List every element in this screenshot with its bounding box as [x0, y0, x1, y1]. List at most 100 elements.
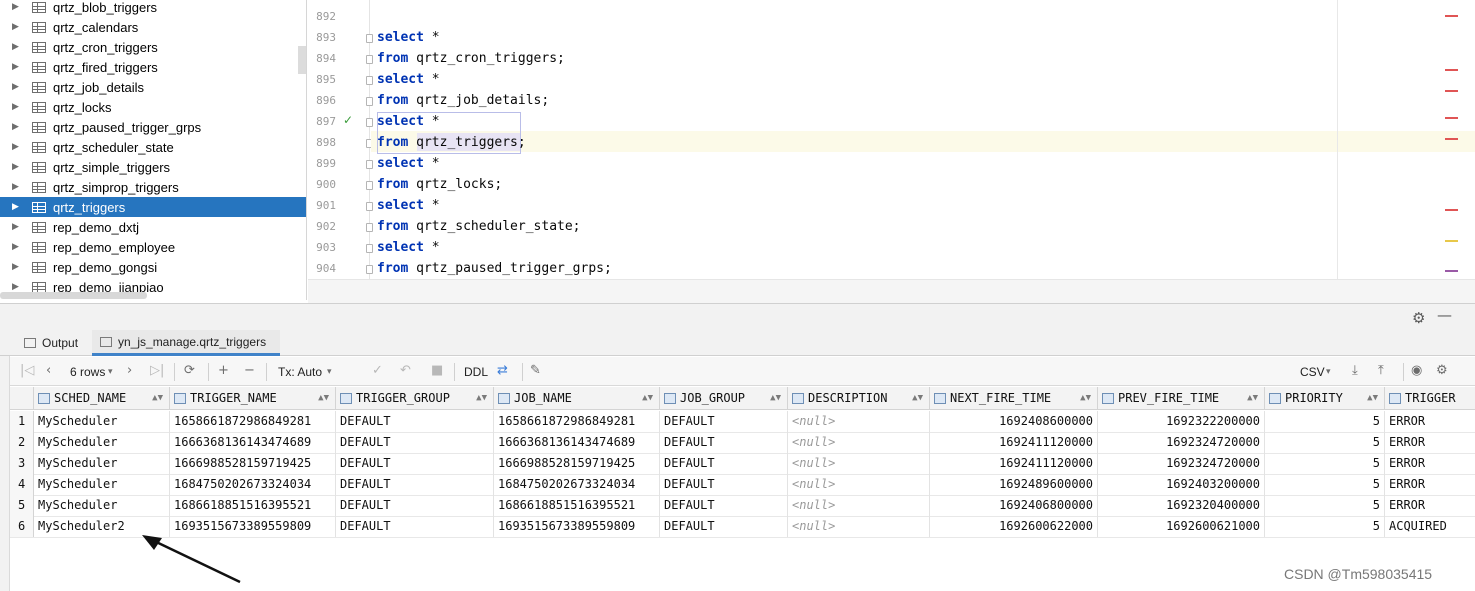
table-cell[interactable]: 5 — [1265, 516, 1385, 537]
tab-result-table[interactable]: yn_js_manage.qrtz_triggers — [92, 330, 281, 356]
table-cell[interactable]: DEFAULT — [336, 474, 494, 495]
table-cell[interactable]: 5 — [1265, 474, 1385, 495]
expand-arrow-icon[interactable]: ▶ — [12, 162, 24, 172]
fold-marker-icon[interactable] — [366, 34, 373, 43]
settings-icon[interactable]: ⚙ — [1436, 363, 1448, 378]
info-marker[interactable] — [1445, 270, 1458, 272]
column-header[interactable]: NEXT_FIRE_TIME ▲▼ — [930, 387, 1098, 410]
pin-icon[interactable]: ✎ — [530, 363, 541, 378]
table-cell[interactable]: 1692411120000 — [930, 453, 1098, 474]
fold-marker-icon[interactable] — [366, 76, 373, 85]
expand-arrow-icon[interactable]: ▶ — [12, 182, 24, 192]
table-cell[interactable]: DEFAULT — [660, 516, 788, 537]
column-header[interactable]: SCHED_NAME ▲▼ — [34, 387, 170, 410]
tree-scrollbar-thumb[interactable] — [298, 46, 306, 74]
table-cell[interactable]: 1692408600000 — [930, 411, 1098, 432]
error-marker[interactable] — [1445, 138, 1458, 140]
refresh-icon[interactable]: ⟳ — [184, 363, 195, 378]
error-marker[interactable] — [1445, 69, 1458, 71]
tree-item[interactable]: ▶ qrtz_calendars — [0, 17, 306, 37]
table-cell[interactable]: <null> — [788, 516, 930, 537]
column-header[interactable]: TRIGGER — [1385, 387, 1475, 410]
table-cell[interactable]: <null> — [788, 474, 930, 495]
expand-arrow-icon[interactable]: ▶ — [12, 222, 24, 232]
row-number[interactable]: 2 — [10, 432, 34, 453]
table-cell[interactable]: DEFAULT — [336, 432, 494, 453]
table-cell[interactable]: 1666368136143474689 — [170, 432, 336, 453]
upload-icon[interactable]: ⤒ — [1378, 363, 1384, 378]
table-cell[interactable]: ACQUIRED — [1385, 516, 1475, 537]
fold-marker-icon[interactable] — [366, 118, 373, 127]
tree-item[interactable]: ▶ qrtz_locks — [0, 97, 306, 117]
table-cell[interactable]: 1686618851516395521 — [170, 495, 336, 516]
warning-marker[interactable] — [1445, 240, 1458, 242]
sort-icon[interactable]: ▲▼ — [318, 387, 329, 410]
table-cell[interactable]: MyScheduler — [34, 474, 170, 495]
fold-marker-icon[interactable] — [366, 265, 373, 274]
table-cell[interactable]: DEFAULT — [660, 495, 788, 516]
table-cell[interactable]: ERROR — [1385, 453, 1475, 474]
tree-item[interactable]: ▶ rep_demo_employee — [0, 237, 306, 257]
table-cell[interactable]: 1692600621000 — [1098, 516, 1265, 537]
stop-icon[interactable]: ■ — [431, 363, 443, 378]
table-cell[interactable]: 1666988528159719425 — [170, 453, 336, 474]
table-cell[interactable]: 1658661872986849281 — [494, 411, 660, 432]
table-cell[interactable]: 1684750202673324034 — [494, 474, 660, 495]
table-cell[interactable]: ERROR — [1385, 411, 1475, 432]
table-cell[interactable]: DEFAULT — [336, 516, 494, 537]
chevron-down-icon[interactable]: ▾ — [108, 367, 113, 377]
last-page-icon[interactable]: ▷| — [150, 363, 164, 378]
column-header[interactable]: JOB_NAME ▲▼ — [494, 387, 660, 410]
fold-marker-icon[interactable] — [366, 160, 373, 169]
expand-arrow-icon[interactable]: ▶ — [12, 282, 24, 292]
column-header[interactable]: TRIGGER_NAME ▲▼ — [170, 387, 336, 410]
table-cell[interactable]: 1692324720000 — [1098, 453, 1265, 474]
table-cell[interactable]: 5 — [1265, 411, 1385, 432]
commit-icon[interactable]: ✓ — [372, 363, 383, 378]
expand-arrow-icon[interactable]: ▶ — [12, 62, 24, 72]
tree-item[interactable]: ▶ qrtz_simple_triggers — [0, 157, 306, 177]
expand-arrow-icon[interactable]: ▶ — [12, 2, 24, 12]
sql-editor[interactable]: 892 893 894 895 896 897 ✓ 898 899 900 901 902 903 904… — [308, 0, 1475, 279]
rows-count-select[interactable]: 6 rows — [70, 365, 105, 379]
table-cell[interactable]: MyScheduler — [34, 453, 170, 474]
column-header[interactable]: JOB_GROUP ▲▼ — [660, 387, 788, 410]
row-number[interactable]: 6 — [10, 516, 34, 537]
table-cell[interactable]: 1666988528159719425 — [494, 453, 660, 474]
chevron-down-icon[interactable]: ▾ — [327, 367, 332, 377]
download-icon[interactable]: ⤓ — [1352, 363, 1358, 378]
sort-icon[interactable]: ▲▼ — [1247, 387, 1258, 410]
table-cell[interactable]: DEFAULT — [336, 495, 494, 516]
table-cell[interactable]: 1692320400000 — [1098, 495, 1265, 516]
table-cell[interactable]: 1693515673389559809 — [494, 516, 660, 537]
table-cell[interactable]: DEFAULT — [660, 432, 788, 453]
expand-arrow-icon[interactable]: ▶ — [12, 22, 24, 32]
table-cell[interactable]: 1658661872986849281 — [170, 411, 336, 432]
tree-item[interactable]: ▶ qrtz_triggers — [0, 197, 306, 217]
tree-item[interactable]: ▶ qrtz_paused_trigger_grps — [0, 117, 306, 137]
tree-horizontal-scrollbar[interactable] — [0, 292, 147, 299]
compare-icon[interactable]: ⇄ — [497, 363, 508, 378]
row-number[interactable]: 5 — [10, 495, 34, 516]
error-marker[interactable] — [1445, 117, 1458, 119]
expand-arrow-icon[interactable]: ▶ — [12, 142, 24, 152]
tree-item[interactable]: ▶ qrtz_job_details — [0, 77, 306, 97]
table-cell[interactable]: 5 — [1265, 453, 1385, 474]
rollback-icon[interactable]: ↶ — [400, 363, 411, 378]
expand-arrow-icon[interactable]: ▶ — [12, 122, 24, 132]
first-page-icon[interactable]: |◁ — [20, 363, 34, 378]
tree-item[interactable]: ▶ rep_demo_dxtj — [0, 217, 306, 237]
error-marker[interactable] — [1445, 15, 1458, 17]
fold-marker-icon[interactable] — [366, 202, 373, 211]
eye-icon[interactable]: ◉ — [1411, 363, 1422, 378]
sort-icon[interactable]: ▲▼ — [770, 387, 781, 410]
expand-arrow-icon[interactable]: ▶ — [12, 42, 24, 52]
fold-marker-icon[interactable] — [366, 55, 373, 64]
sort-icon[interactable]: ▲▼ — [912, 387, 923, 410]
table-cell[interactable]: 1666368136143474689 — [494, 432, 660, 453]
table-cell[interactable]: DEFAULT — [660, 411, 788, 432]
tree-item[interactable]: ▶ qrtz_blob_triggers — [0, 0, 306, 17]
error-marker[interactable] — [1445, 209, 1458, 211]
sort-icon[interactable]: ▲▼ — [152, 387, 163, 410]
table-cell[interactable]: 1692411120000 — [930, 432, 1098, 453]
